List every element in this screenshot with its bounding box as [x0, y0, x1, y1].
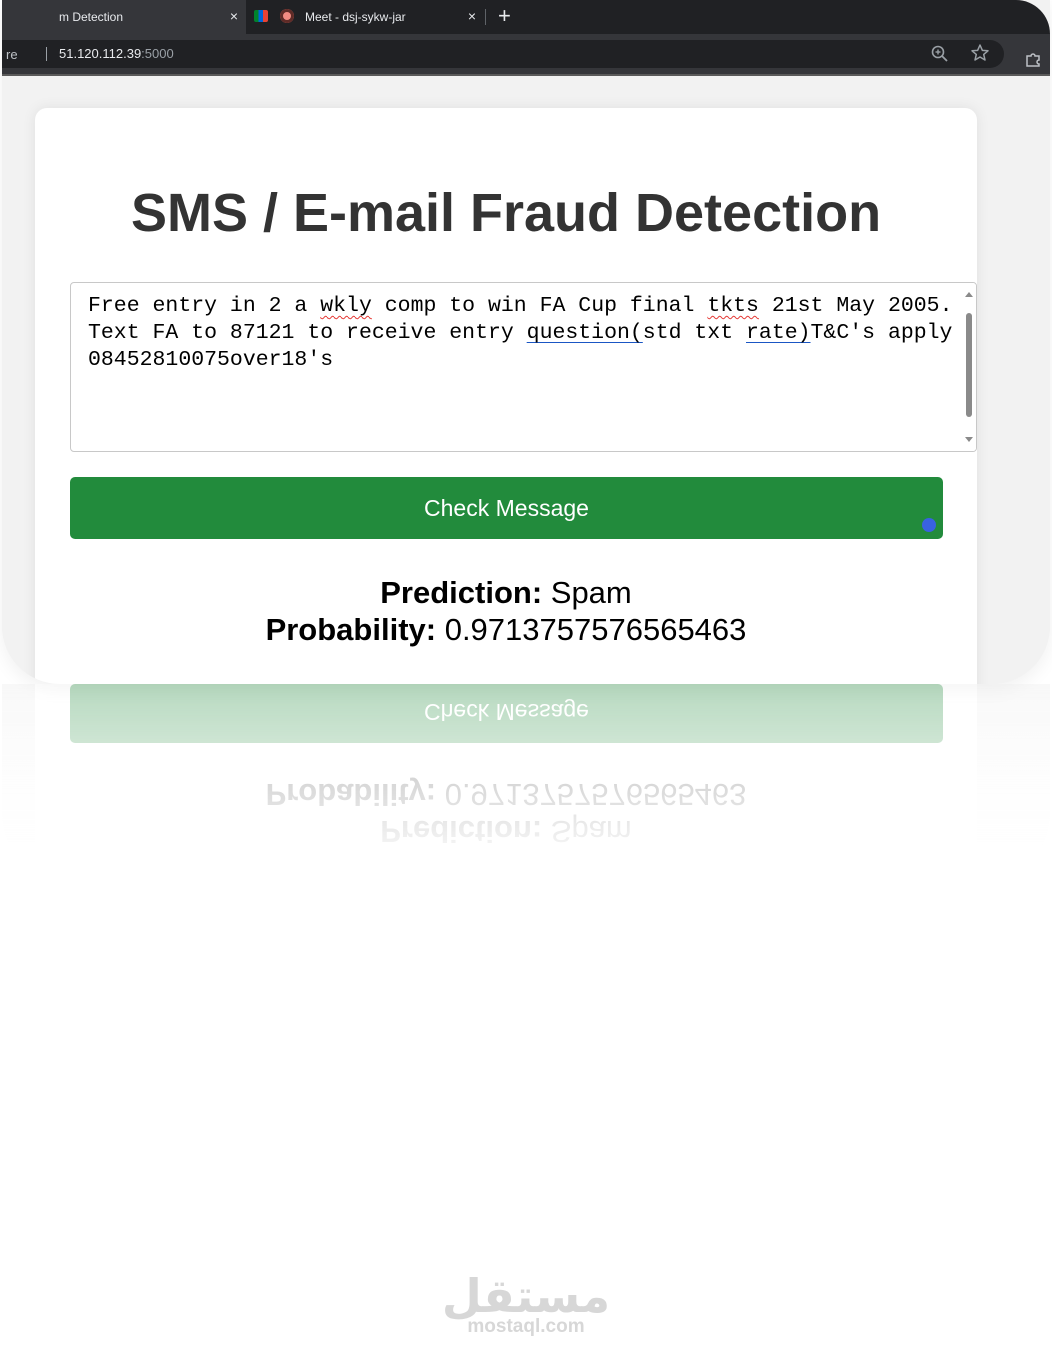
watermark-arabic: مستقل [441, 1269, 611, 1323]
reflection-prediction: Prediction: Spam [35, 813, 977, 850]
url-host: 51.120.112.39 [59, 46, 142, 61]
tab-title: Meet - dsj-sykw-jar [305, 10, 406, 24]
reflection-prediction-label: Prediction: [380, 814, 543, 849]
tab-meet[interactable]: Meet - dsj-sykw-jar × [248, 0, 484, 34]
probability-line: Probability: 0.9713757576565463 [35, 611, 977, 648]
bookmark-star-icon[interactable] [970, 43, 990, 63]
prediction-value: Spam [550, 575, 632, 610]
browser-window: m Detection × Meet - dsj-sykw-jar × + re… [2, 0, 1050, 684]
url-port: :5000 [141, 46, 174, 61]
close-tab-icon[interactable]: × [468, 8, 476, 24]
prediction-line: Prediction: Spam [35, 574, 977, 611]
cursor-indicator [922, 518, 936, 532]
misspelled-word: tkts [707, 294, 759, 318]
message-segment: Free entry in 2 a [88, 294, 321, 318]
recording-icon [280, 9, 294, 23]
reflection-results: Prediction: Spam Probability: 0.97137575… [35, 776, 977, 850]
prediction-label: Prediction: [380, 575, 543, 610]
grammar-flag: question( [526, 321, 643, 345]
address-bar[interactable]: re 51.120.112.39:5000 [2, 40, 1004, 68]
close-tab-icon[interactable]: × [230, 8, 238, 24]
reflection-prediction-value: Spam [550, 814, 632, 849]
tab-divider [485, 9, 486, 25]
extensions-icon[interactable] [1024, 48, 1044, 68]
tab-title: m Detection [59, 10, 124, 24]
page-viewport: SMS / E-mail Fraud Detection Free entry … [2, 76, 1050, 684]
meet-logo-icon [254, 10, 268, 22]
scroll-thumb[interactable] [966, 313, 972, 417]
reflection-probability-label: Probability: [265, 777, 437, 812]
scroll-up-arrow-icon[interactable] [965, 292, 973, 297]
tab-fraud-detection[interactable]: m Detection × [2, 0, 246, 34]
new-tab-button[interactable]: + [498, 4, 511, 28]
reflection-probability-value: 0.9713757576565463 [444, 777, 747, 812]
reflection-card: Prediction: Spam Probability: 0.97137575… [35, 684, 977, 874]
tab-bar: m Detection × Meet - dsj-sykw-jar × + [2, 0, 1050, 34]
security-label[interactable]: re [6, 47, 18, 62]
grammar-flag: rate) [746, 321, 811, 345]
watermark-latin: mostaql.com [467, 1316, 585, 1337]
message-scrollbar[interactable] [962, 283, 976, 451]
reflection-mirror: Prediction: Spam Probability: 0.97137575… [2, 684, 1050, 874]
watermark-logo: مستقل mostaql.com [0, 1272, 1052, 1338]
message-input[interactable]: Free entry in 2 a wkly comp to win FA Cu… [70, 282, 977, 452]
message-segment: std txt [642, 321, 747, 345]
probability-label: Probability: [265, 612, 437, 647]
message-text: Free entry in 2 a wkly comp to win FA Cu… [88, 293, 958, 374]
probability-value: 0.9713757576565463 [444, 612, 747, 647]
url-text[interactable]: 51.120.112.39:5000 [59, 46, 174, 61]
content-card: SMS / E-mail Fraud Detection Free entry … [35, 108, 977, 684]
check-message-button[interactable]: Check Message [70, 477, 943, 539]
message-segment: comp to win FA Cup final [371, 294, 708, 318]
reflection-button: Check Message [70, 684, 943, 743]
misspelled-word: wkly [320, 294, 372, 318]
zoom-icon[interactable] [930, 44, 950, 64]
result-panel: Prediction: Spam Probability: 0.97137575… [35, 574, 977, 648]
page-title: SMS / E-mail Fraud Detection [130, 183, 882, 243]
reflection-probability: Probability: 0.9713757576565463 [35, 776, 977, 813]
toolbar: re 51.120.112.39:5000 [2, 34, 1050, 76]
scroll-down-arrow-icon[interactable] [965, 437, 973, 442]
address-divider [46, 47, 47, 61]
screenshot-reflection: Prediction: Spam Probability: 0.97137575… [0, 684, 1052, 874]
reflection-background [2, 684, 1050, 874]
